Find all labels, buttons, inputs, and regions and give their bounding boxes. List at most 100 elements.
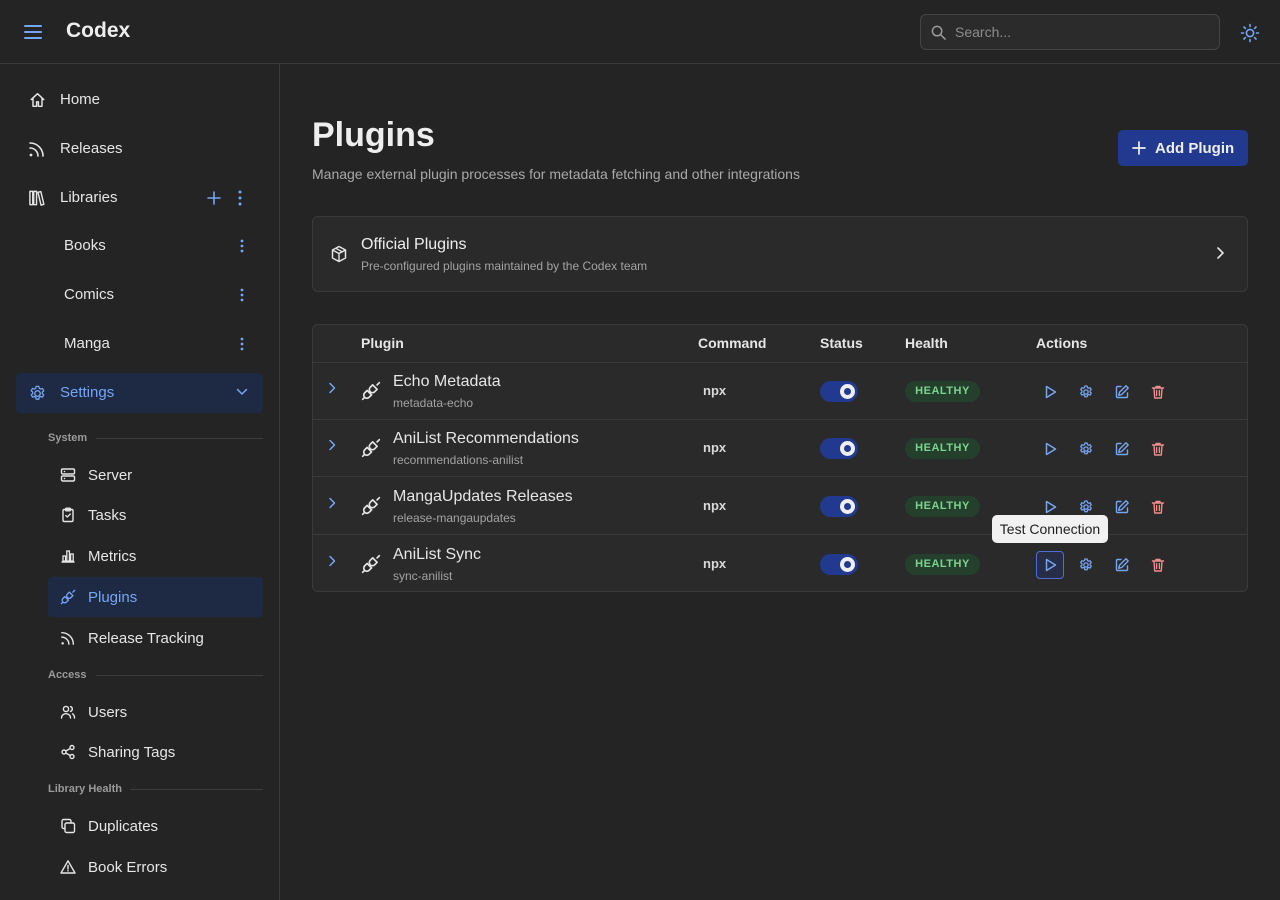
sidebar-item-book-errors[interactable]: Book Errors	[48, 847, 263, 887]
edit-icon[interactable]	[1108, 378, 1136, 406]
chevron-right-icon[interactable]	[326, 381, 338, 395]
sidebar-label-duplicates: Duplicates	[88, 818, 159, 835]
sidebar-item-release-tracking[interactable]: Release Tracking	[48, 618, 263, 658]
trash-icon[interactable]	[1144, 493, 1172, 521]
official-plugins-title: Official Plugins	[361, 236, 467, 253]
plugin-id: recommendations-anilist	[393, 453, 524, 467]
sidebar-item-sharing-tags[interactable]: Sharing Tags	[48, 732, 263, 772]
add-library-icon[interactable]	[206, 190, 222, 206]
plugin-id: sync-anilist	[393, 569, 453, 583]
chevron-down-icon	[236, 388, 248, 396]
plug-icon	[60, 589, 76, 605]
top-header: Codex	[0, 0, 1280, 64]
sidebar-label-release-tracking: Release Tracking	[88, 630, 204, 647]
test-connection-button[interactable]	[1036, 435, 1064, 463]
configure-gear-icon[interactable]	[1072, 378, 1100, 406]
table-row: AniList Sync sync-anilist npx HEALTHY	[313, 536, 1247, 591]
share-icon	[60, 744, 76, 760]
books-icon	[28, 189, 47, 207]
search-icon	[931, 25, 946, 40]
health-badge: HEALTHY	[905, 554, 980, 575]
sidebar-item-settings[interactable]: Settings	[16, 373, 263, 413]
test-connection-button[interactable]	[1036, 551, 1064, 579]
section-divider	[96, 438, 263, 439]
plugin-id: release-mangaupdates	[393, 511, 516, 525]
gear-icon	[28, 384, 47, 403]
sidebar-label-home: Home	[60, 91, 101, 108]
section-label-system: System	[48, 432, 88, 444]
libraries-kebab-icon[interactable]	[233, 188, 247, 208]
section-label-library-health: Library Health	[48, 783, 122, 795]
table-row: Echo Metadata metadata-echo npx HEALTHY	[313, 363, 1247, 420]
status-toggle[interactable]	[820, 496, 858, 517]
health-badge: HEALTHY	[905, 438, 980, 459]
sidebar-item-metrics[interactable]: Metrics	[48, 536, 263, 576]
plugin-name: AniList Sync	[393, 546, 482, 563]
sidebar-item-server[interactable]: Server	[48, 455, 263, 495]
trash-icon[interactable]	[1144, 435, 1172, 463]
health-badge: HEALTHY	[905, 496, 980, 517]
comics-kebab-icon[interactable]	[235, 285, 249, 305]
library-item-manga[interactable]: Manga	[48, 324, 263, 364]
plugin-command: npx	[703, 556, 727, 571]
app-title: Codex	[66, 19, 131, 42]
official-plugins-card[interactable]: Official Plugins Pre-configured plugins …	[312, 216, 1248, 292]
page-title: Plugins	[312, 116, 435, 154]
sidebar-item-users[interactable]: Users	[48, 692, 263, 732]
server-icon	[60, 467, 76, 483]
plus-icon	[1132, 141, 1146, 155]
search-box[interactable]	[920, 14, 1220, 50]
sidebar-label-settings: Settings	[60, 384, 115, 401]
edit-icon[interactable]	[1108, 435, 1136, 463]
sidebar-label-libraries: Libraries	[60, 189, 118, 206]
configure-gear-icon[interactable]	[1072, 551, 1100, 579]
sidebar-item-plugins[interactable]: Plugins	[48, 577, 263, 617]
sidebar-item-home[interactable]: Home	[16, 80, 263, 120]
clipboard-icon	[60, 507, 76, 523]
sidebar-label-metrics: Metrics	[88, 548, 137, 565]
chevron-right-icon[interactable]	[326, 438, 338, 452]
trash-icon[interactable]	[1144, 378, 1172, 406]
menu-toggle-icon[interactable]	[24, 24, 42, 40]
sidebar-item-tasks[interactable]: Tasks	[48, 495, 263, 535]
status-toggle[interactable]	[820, 381, 858, 402]
edit-icon[interactable]	[1108, 551, 1136, 579]
rss-icon	[28, 140, 46, 158]
sidebar-item-libraries[interactable]: Libraries	[16, 178, 263, 218]
add-plugin-button[interactable]: Add Plugin	[1118, 130, 1248, 166]
chevron-right-icon[interactable]	[326, 496, 338, 510]
add-plugin-label: Add Plugin	[1155, 140, 1235, 157]
column-header-status: Status	[820, 335, 863, 351]
plugin-name: Echo Metadata	[393, 373, 501, 390]
status-toggle[interactable]	[820, 438, 858, 459]
sidebar-label-tasks: Tasks	[88, 507, 127, 524]
section-label-access: Access	[48, 669, 87, 681]
sidebar-item-duplicates[interactable]: Duplicates	[48, 806, 263, 846]
column-header-health: Health	[905, 335, 948, 351]
table-row: AniList Recommendations recommendations-…	[313, 420, 1247, 477]
plugin-command: npx	[703, 440, 727, 455]
sidebar-item-releases[interactable]: Releases	[16, 129, 263, 169]
status-toggle[interactable]	[820, 554, 858, 575]
test-connection-button[interactable]	[1036, 378, 1064, 406]
section-divider	[130, 789, 263, 790]
health-badge: HEALTHY	[905, 381, 980, 402]
test-connection-tooltip: Test Connection	[992, 515, 1108, 543]
trash-icon[interactable]	[1144, 551, 1172, 579]
chevron-right-icon[interactable]	[326, 554, 338, 568]
configure-gear-icon[interactable]	[1072, 435, 1100, 463]
plugin-command: npx	[703, 383, 727, 398]
rss-icon	[60, 630, 76, 646]
search-input[interactable]	[955, 15, 1215, 49]
column-header-actions: Actions	[1036, 335, 1088, 351]
plugin-name: MangaUpdates Releases	[393, 488, 573, 505]
library-item-comics[interactable]: Comics	[48, 275, 263, 315]
section-divider	[96, 675, 263, 676]
edit-icon[interactable]	[1108, 493, 1136, 521]
sun-icon[interactable]	[1239, 22, 1261, 44]
manga-kebab-icon[interactable]	[235, 334, 249, 354]
plug-icon	[361, 554, 381, 574]
books-kebab-icon[interactable]	[235, 236, 249, 256]
library-item-books[interactable]: Books	[48, 226, 263, 266]
sidebar-label-server: Server	[88, 467, 133, 484]
